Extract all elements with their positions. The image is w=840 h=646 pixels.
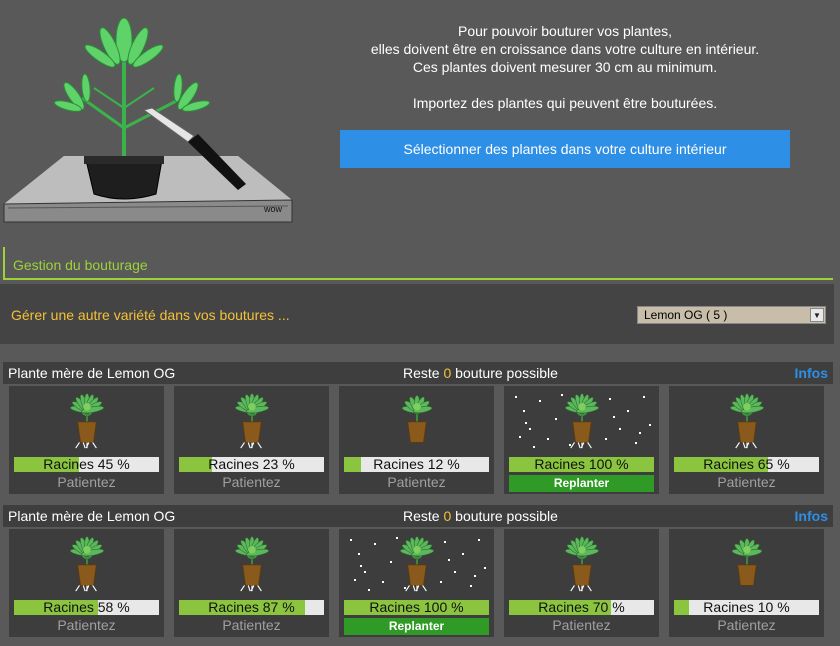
replant-button[interactable]: Replanter (344, 618, 489, 635)
mother-plant-title: Plante mère de Lemon OG (8, 508, 176, 524)
remaining-count: 0 (443, 365, 452, 381)
intro-line: elles doivent être en croissance dans vo… (370, 41, 760, 57)
roots-progress-bar: Racines 100 % (344, 600, 489, 615)
roots-progress-label: Racines 70 % (538, 599, 625, 615)
wait-status: Patientez (222, 474, 281, 490)
select-plants-button[interactable]: Sélectionner des plantes dans votre cult… (340, 130, 790, 168)
infos-link[interactable]: Infos (795, 365, 828, 381)
wait-status: Patientez (57, 617, 116, 633)
roots-progress-bar: Racines 10 % (674, 600, 819, 615)
cutting-card: Racines 10 % Patientez (669, 529, 824, 637)
mother-plant-bar: Plante mère de Lemon OG Reste 0 bouture … (3, 505, 833, 527)
intro-line: Importez des plantes qui peuvent être bo… (412, 95, 718, 111)
cutting-plant-icon (565, 536, 599, 592)
roots-progress-label: Racines 65 % (703, 456, 790, 472)
roots-progress-label: Racines 100 % (534, 456, 629, 472)
mother-plant-bar: Plante mère de Lemon OG Reste 0 bouture … (3, 362, 833, 384)
roots-progress-label: Racines 87 % (208, 599, 295, 615)
cutting-card: Racines 23 % Patientez (174, 386, 329, 494)
section-title: Gestion du bouturage (3, 247, 833, 280)
cutting-plant-icon (235, 393, 269, 449)
variety-select-value: Lemon OG ( 5 ) (644, 308, 728, 322)
roots-progress-label: Racines 58 % (43, 599, 130, 615)
cutting-plant-icon (401, 395, 433, 443)
wait-status: Patientez (552, 617, 611, 633)
cutting-plant-icon (731, 538, 763, 586)
roots-progress-label: Racines 10 % (703, 599, 790, 615)
cutting-card: Racines 87 % Patientez (174, 529, 329, 637)
cutting-plant-icon (70, 393, 104, 449)
roots-progress-bar: Racines 65 % (674, 457, 819, 472)
cutting-plant-icon (235, 536, 269, 592)
cutting-plant-icon (565, 393, 599, 449)
cutting-card: Racines 100 % Replanter (504, 386, 659, 494)
remaining-cuttings: Reste 0 bouture possible (403, 365, 558, 381)
cutting-card: Racines 58 % Patientez (9, 529, 164, 637)
roots-progress-bar: Racines 58 % (14, 600, 159, 615)
chevron-down-icon[interactable]: ▼ (810, 308, 824, 322)
wait-status: Patientez (57, 474, 116, 490)
roots-progress-label: Racines 23 % (208, 456, 295, 472)
variety-label: Gérer une autre variété dans vos bouture… (11, 307, 290, 323)
roots-progress-bar: Racines 23 % (179, 457, 324, 472)
wait-status: Patientez (717, 474, 776, 490)
cutting-card: Racines 45 % Patientez (9, 386, 164, 494)
roots-progress-bar: Racines 100 % (509, 457, 654, 472)
infos-link[interactable]: Infos (795, 508, 828, 524)
wait-status: Patientez (222, 617, 281, 633)
remaining-prefix: Reste (403, 508, 440, 524)
cutting-illustration: wow (3, 18, 293, 223)
cutting-plant-icon (70, 536, 104, 592)
intro-line: Pour pouvoir bouturer vos plantes, (457, 23, 672, 39)
stamp-text: wow (263, 204, 283, 214)
wait-status: Patientez (387, 474, 446, 490)
cutting-card: Racines 12 % Patientez (339, 386, 494, 494)
mother-plant-title: Plante mère de Lemon OG (8, 365, 176, 381)
cutting-card: Racines 65 % Patientez (669, 386, 824, 494)
roots-progress-label: Racines 12 % (373, 456, 460, 472)
remaining-count: 0 (443, 508, 452, 524)
roots-progress-label: Racines 100 % (369, 599, 464, 615)
cutting-card: Racines 100 % Replanter (339, 529, 494, 637)
variety-select[interactable]: Lemon OG ( 5 ) ▼ (637, 306, 826, 324)
remaining-prefix: Reste (403, 365, 440, 381)
wait-status: Patientez (717, 617, 776, 633)
intro-text: Pour pouvoir bouturer vos plantes, elles… (340, 22, 790, 112)
roots-progress-bar: Racines 45 % (14, 457, 159, 472)
roots-progress-bar: Racines 70 % (509, 600, 654, 615)
replant-button[interactable]: Replanter (509, 475, 654, 492)
remaining-suffix: bouture possible (455, 508, 558, 524)
remaining-suffix: bouture possible (455, 365, 558, 381)
roots-progress-bar: Racines 12 % (344, 457, 489, 472)
roots-progress-label: Racines 45 % (43, 456, 130, 472)
cutting-plant-icon (400, 536, 434, 592)
intro-line: Ces plantes doivent mesurer 30 cm au min… (412, 59, 718, 75)
cutting-plant-icon (730, 393, 764, 449)
remaining-cuttings: Reste 0 bouture possible (403, 508, 558, 524)
cutting-card: Racines 70 % Patientez (504, 529, 659, 637)
roots-progress-bar: Racines 87 % (179, 600, 324, 615)
